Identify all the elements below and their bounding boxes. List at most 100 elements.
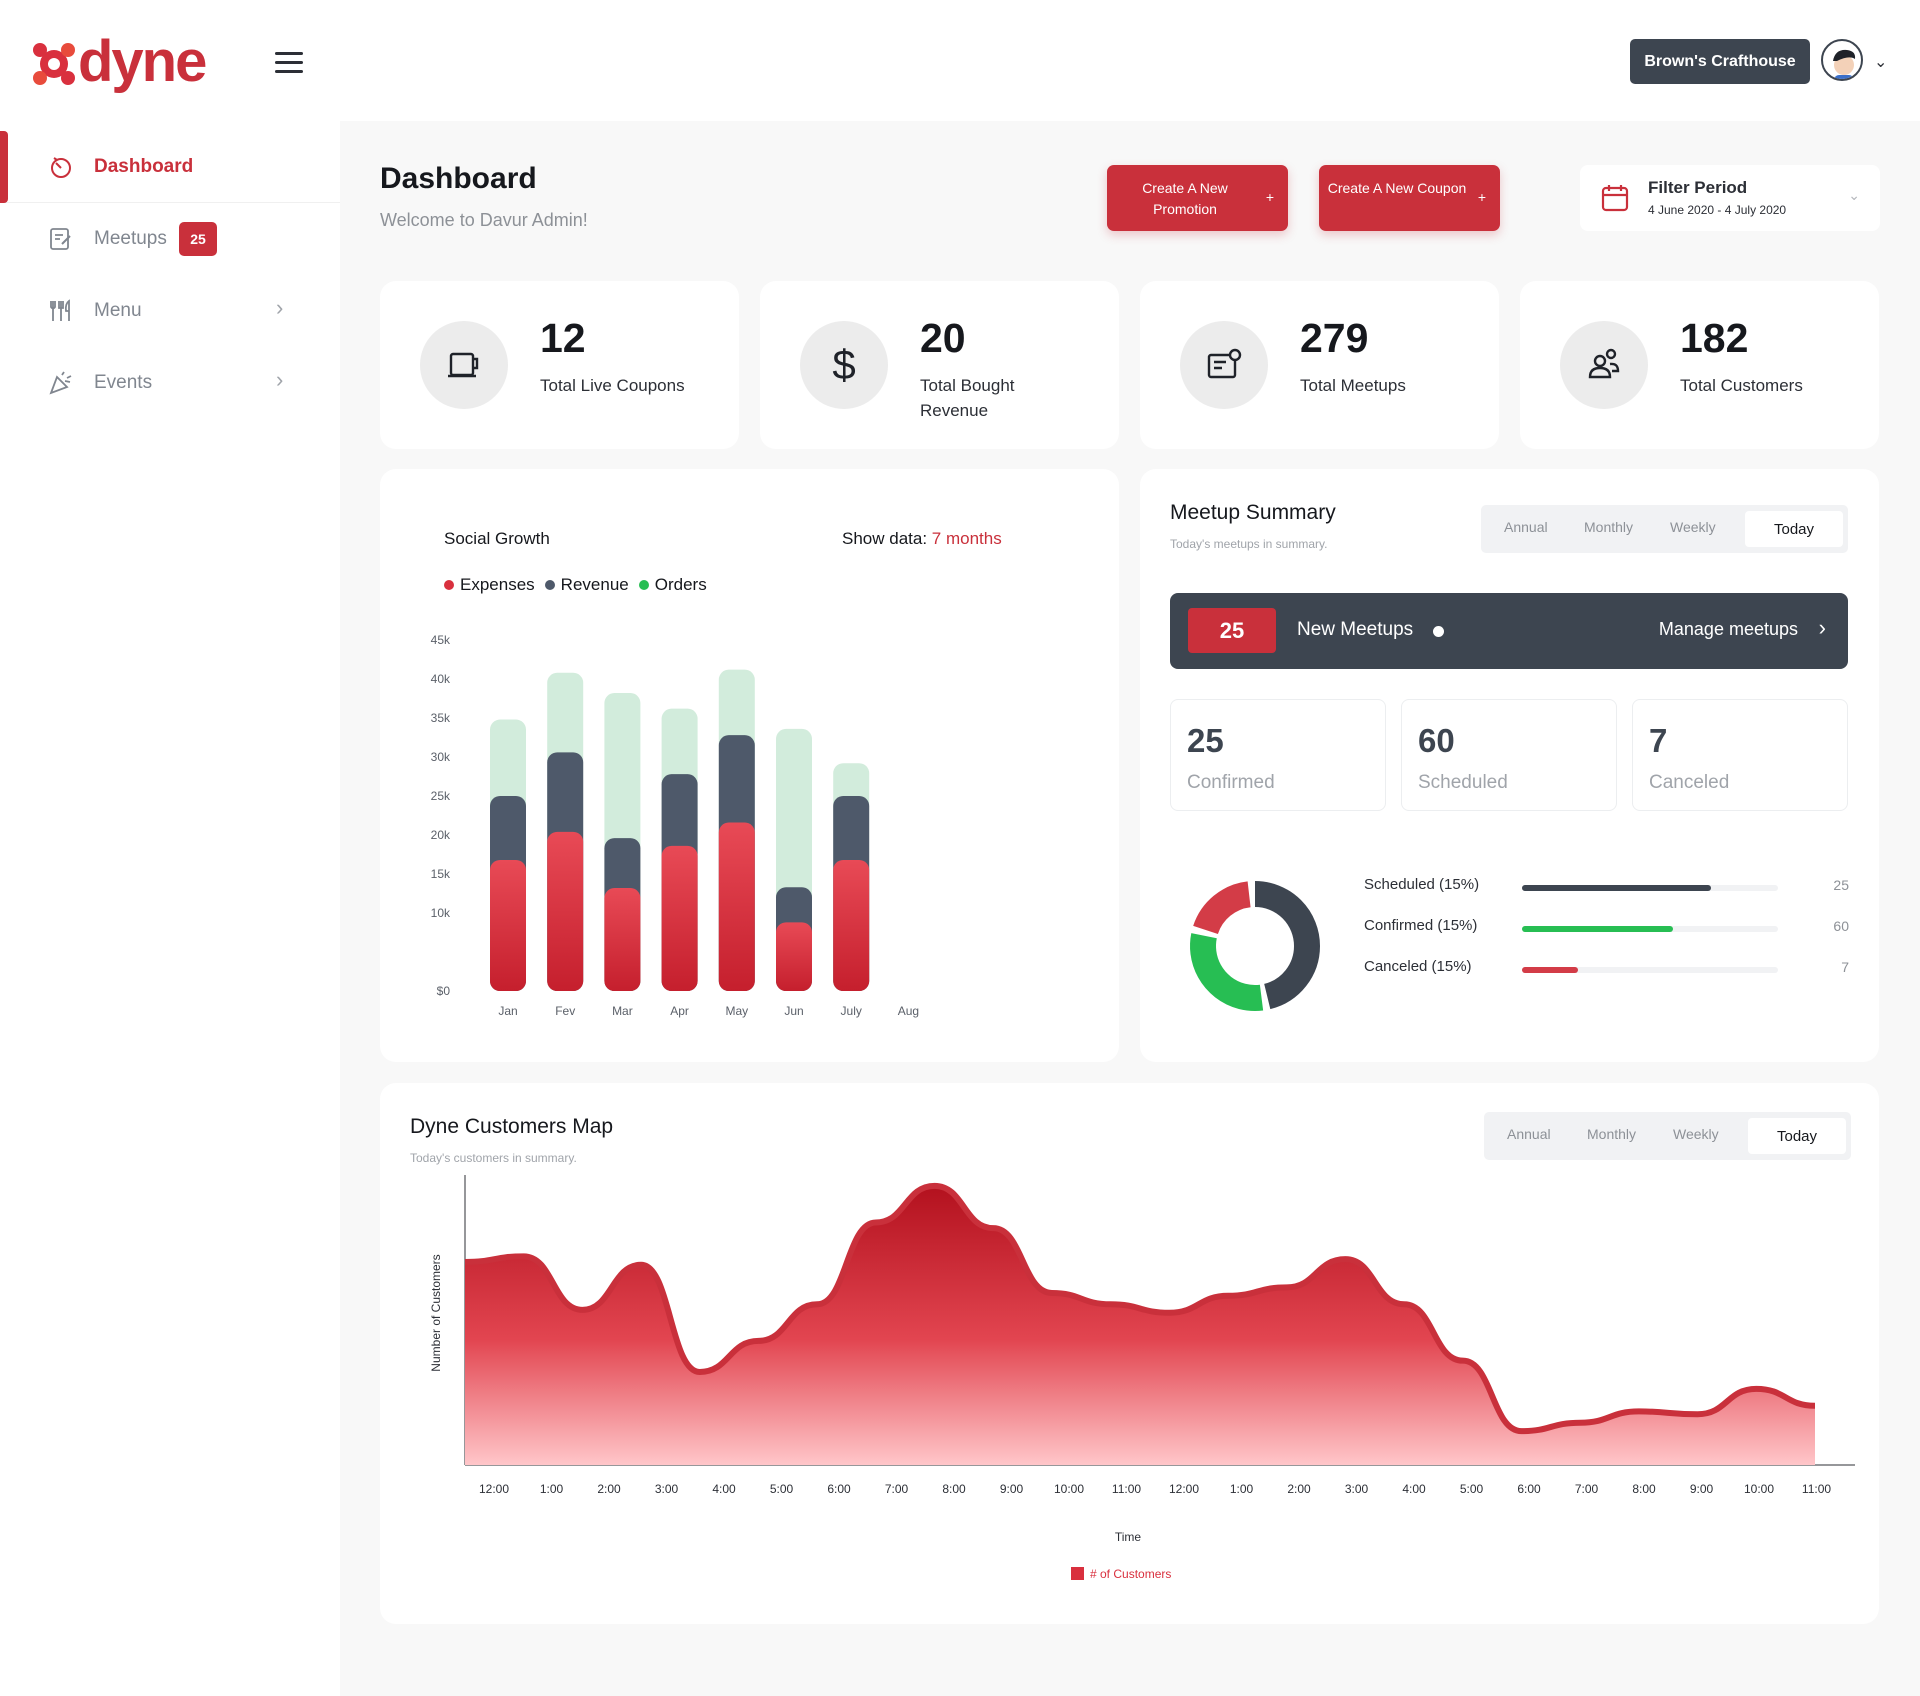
y-tick-label: 10k <box>431 906 451 920</box>
stat-card-coupons: 12 Total Live Coupons <box>380 281 739 449</box>
progress-track <box>1522 967 1778 973</box>
x-tick-label: 4:00 <box>1402 1482 1426 1496</box>
meetups-icon <box>50 228 71 250</box>
stat-card-customers: 182 Total Customers <box>1520 281 1879 449</box>
new-meetups-bar: 25 New Meetups Manage meetups › <box>1170 593 1848 669</box>
box-label: Scheduled <box>1418 772 1508 793</box>
progress-label: Confirmed (15%) <box>1364 917 1478 934</box>
meetup-summary-title: Meetup Summary <box>1170 501 1336 524</box>
user-avatar[interactable] <box>1821 39 1863 81</box>
tab-monthly[interactable]: Monthly <box>1584 519 1633 535</box>
x-axis-title: Time <box>1115 1530 1142 1544</box>
x-tick-label: 11:00 <box>1112 1482 1141 1496</box>
x-tick-label: 1:00 <box>1230 1482 1254 1496</box>
meetup-summary-subtitle: Today's meetups in summary. <box>1170 537 1328 551</box>
bar-expenses-fev <box>547 831 584 991</box>
progress-track <box>1522 885 1778 891</box>
customers-icon <box>1588 348 1620 379</box>
chevron-down-icon[interactable]: ⌄ <box>1874 52 1887 72</box>
x-tick-label: 10:00 <box>1744 1482 1774 1496</box>
manage-meetups-link[interactable]: Manage meetups <box>1659 619 1798 640</box>
sidebar-item-label: Meetups <box>94 228 167 249</box>
page-title: Dashboard <box>380 162 537 195</box>
x-tick-label: 3:00 <box>655 1482 679 1496</box>
sidebar-item-label: Menu <box>94 300 142 321</box>
sidebar-item-label: Events <box>94 372 153 393</box>
x-tick-label: 4:00 <box>712 1482 736 1496</box>
chevron-right-icon: › <box>276 367 284 392</box>
dashboard-icon <box>51 157 71 178</box>
plus-icon: + <box>1477 189 1486 205</box>
scheduled-box: 60 Scheduled <box>1401 699 1617 811</box>
new-meetups-label: New Meetups <box>1297 619 1414 640</box>
plus-icon: + <box>1265 189 1274 205</box>
progress-label: Canceled (15%) <box>1364 958 1472 975</box>
bar-expenses-apr <box>661 845 698 991</box>
filter-period-dropdown[interactable]: Filter Period 4 June 2020 - 4 July 2020 … <box>1580 165 1880 231</box>
customers-map-card: Dyne Customers Map Today's customers in … <box>380 1083 1879 1624</box>
tab-weekly[interactable]: Weekly <box>1670 519 1716 535</box>
events-icon <box>49 371 72 395</box>
dollar-icon-circle: $ <box>800 321 888 409</box>
dyne-logo[interactable]: dyne <box>30 29 210 96</box>
hamburger-menu-icon[interactable] <box>275 52 303 74</box>
bar-expenses-jan <box>490 859 526 991</box>
sidebar-item-menu[interactable]: Menu › <box>0 275 340 347</box>
y-tick-label: 40k <box>431 672 451 686</box>
y-axis-title: Number of Customers <box>429 1254 443 1371</box>
bar-expenses-mar <box>604 888 641 991</box>
stat-card-revenue: $ 20 Total Bought Revenue <box>760 281 1119 449</box>
x-tick-label: 8:00 <box>1632 1482 1656 1496</box>
box-value: 60 <box>1418 722 1455 759</box>
x-tick-label: May <box>725 1004 748 1018</box>
x-tick-label: 8:00 <box>942 1482 966 1496</box>
social-growth-bar-chart: $0 10k 15k 20k 25k 30k 35k 40k 45k Jan Fev Mar Apr Ma… <box>431 633 919 1018</box>
x-tick-label: 12:00 <box>1169 1482 1199 1496</box>
x-tick-label: Jun <box>784 1004 803 1018</box>
progress-fill <box>1522 885 1712 891</box>
calendar-icon <box>1601 185 1629 212</box>
progress-value: 25 <box>1833 877 1849 893</box>
stat-label: Total Customers <box>1680 376 1803 395</box>
top-bar: dyne Brown's Crafthouse ⌄ <box>0 0 1920 121</box>
progress-label: Scheduled (15%) <box>1364 876 1480 893</box>
y-tick-label: 20k <box>431 828 451 842</box>
bar-expenses-july <box>833 859 870 991</box>
bar-expenses-may <box>718 822 755 991</box>
bar-expenses-jun <box>776 922 812 991</box>
y-tick-label: 45k <box>431 633 451 647</box>
x-tick-label: 7:00 <box>1575 1482 1599 1496</box>
sidebar-item-dashboard[interactable]: Dashboard <box>0 131 340 203</box>
chevron-right-icon[interactable]: › <box>1819 615 1826 641</box>
progress-track <box>1522 926 1778 932</box>
box-label: Canceled <box>1649 772 1730 793</box>
progress-fill <box>1522 967 1579 973</box>
y-tick-label: 30k <box>431 750 451 764</box>
stat-value: 20 <box>920 315 966 361</box>
y-tick-label: $0 <box>437 984 451 998</box>
create-coupon-button[interactable]: Create A New Coupon + <box>1319 165 1500 231</box>
sidebar-item-events[interactable]: Events › <box>0 347 340 419</box>
sidebar-item-meetups[interactable]: Meetups 25 <box>0 203 340 275</box>
x-tick-label: 12:00 <box>479 1482 509 1496</box>
y-tick-label: 35k <box>431 711 451 725</box>
x-tick-label: Mar <box>612 1004 633 1018</box>
coupon-icon-circle <box>420 321 508 409</box>
shop-switcher-button[interactable]: Brown's Crafthouse <box>1630 39 1810 84</box>
page-subtitle: Welcome to Davur Admin! <box>380 210 588 230</box>
x-tick-label: Jan <box>498 1004 517 1018</box>
chevron-down-icon: ⌄ <box>1848 187 1860 203</box>
create-promotion-button[interactable]: Create A New Promotion + <box>1107 165 1288 231</box>
canceled-box: 7 Canceled <box>1632 699 1848 811</box>
tab-today[interactable]: Today <box>1745 511 1843 547</box>
tab-annual[interactable]: Annual <box>1504 519 1548 535</box>
filter-period-dates: 4 June 2020 - 4 July 2020 <box>1648 203 1787 217</box>
chevron-right-icon: › <box>276 295 284 320</box>
stat-label: Total Meetups <box>1300 376 1406 395</box>
box-value: 7 <box>1649 722 1668 759</box>
menu-icon <box>50 299 70 321</box>
progress-value: 7 <box>1841 959 1849 975</box>
x-tick-label: 9:00 <box>1690 1482 1714 1496</box>
meetup-board-icon <box>1207 348 1242 379</box>
x-tick-label: 6:00 <box>1517 1482 1541 1496</box>
